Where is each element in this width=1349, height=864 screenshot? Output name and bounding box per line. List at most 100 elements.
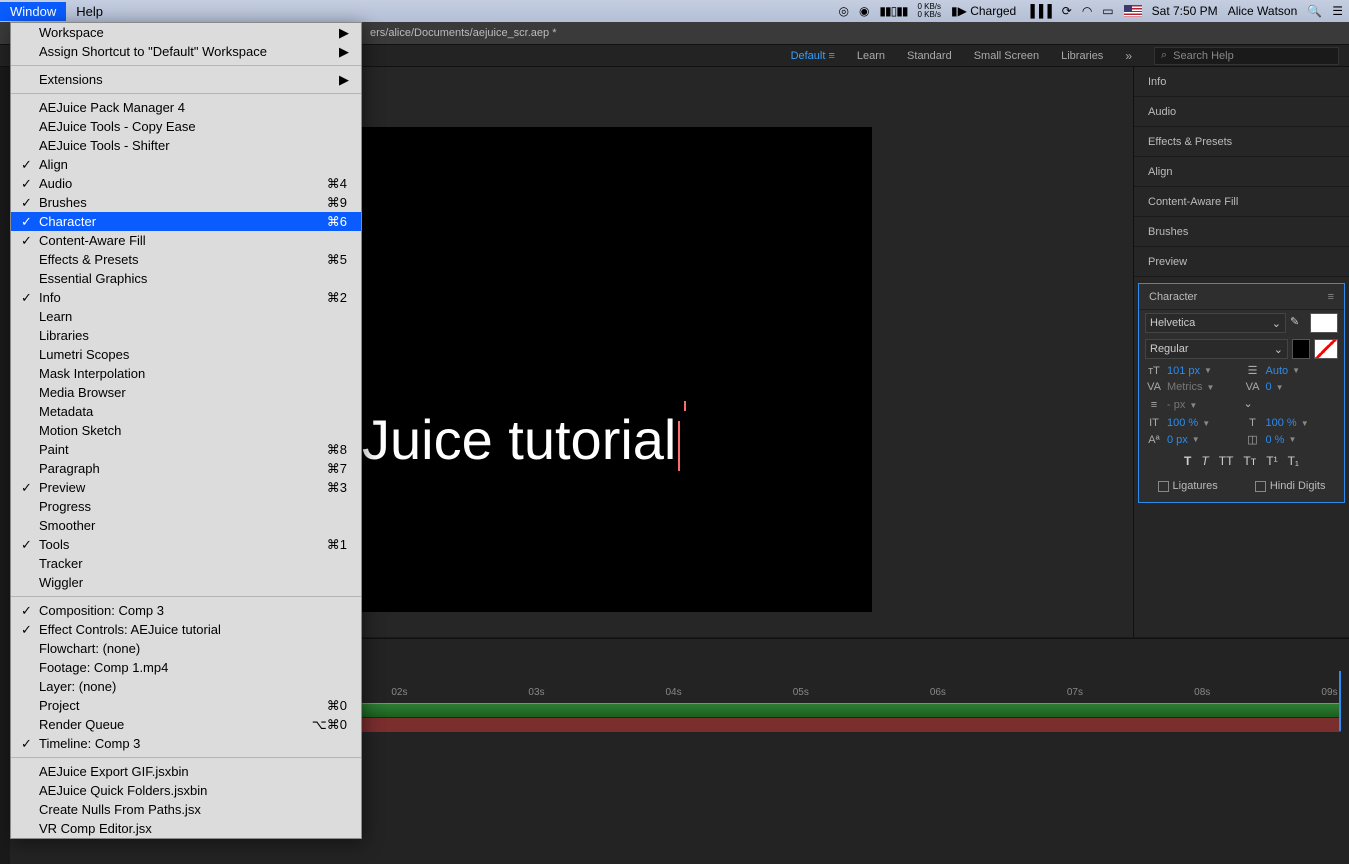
menu-item[interactable]: Metadata [11,402,361,421]
workspace-learn[interactable]: Learn [857,50,885,62]
superscript-button[interactable]: T¹ [1266,454,1277,468]
panel-audio[interactable]: Audio [1134,97,1349,127]
menu-item[interactable]: ✓Info⌘2 [11,288,361,307]
stroke-swatch-none[interactable] [1314,339,1338,359]
leading-value[interactable]: Auto [1266,365,1289,377]
workspace-overflow-icon[interactable]: » [1125,49,1132,63]
tracking-value[interactable]: 0 [1266,381,1272,393]
panel-preview[interactable]: Preview [1134,247,1349,277]
timeline-bar-2[interactable] [362,718,1341,732]
panel-menu-icon[interactable]: ≡ [1328,291,1334,303]
fill-swatch[interactable] [1310,313,1338,333]
hscale-value[interactable]: 100 % [1266,417,1297,429]
panel-align[interactable]: Align [1134,157,1349,187]
list-icon[interactable]: ☰ [1332,4,1343,18]
stroke-type-select[interactable]: ⌄ [1244,397,1253,413]
menu-item[interactable]: AEJuice Tools - Copy Ease [11,117,361,136]
panel-brushes[interactable]: Brushes [1134,217,1349,247]
cc-icon: ◉ [859,4,869,18]
baseline-value[interactable]: 0 px [1167,434,1188,446]
menu-item[interactable]: Libraries [11,326,361,345]
workspace-libraries[interactable]: Libraries [1061,50,1103,62]
menu-item[interactable]: Lumetri Scopes [11,345,361,364]
subscript-button[interactable]: T₁ [1288,454,1299,468]
menu-item[interactable]: AEJuice Tools - Shifter [11,136,361,155]
timeline-bar-1[interactable] [362,703,1341,717]
menu-item[interactable]: Create Nulls From Paths.jsx [11,800,361,819]
document-path: ers/alice/Documents/aejuice_scr.aep * [370,27,556,39]
spotlight-icon[interactable]: 🔍 [1307,4,1322,18]
menu-item[interactable]: AEJuice Pack Manager 4 [11,98,361,117]
stroke-swatch-black[interactable] [1292,339,1310,359]
menu-item[interactable]: AEJuice Quick Folders.jsxbin [11,781,361,800]
menu-item[interactable]: ✓Effect Controls: AEJuice tutorial [11,620,361,639]
menu-item[interactable]: Learn [11,307,361,326]
menu-item[interactable]: Assign Shortcut to "Default" Workspace▶ [11,42,361,61]
font-size-value[interactable]: 101 px [1167,365,1200,377]
flag-icon[interactable] [1124,5,1142,17]
menu-item[interactable]: ✓Brushes⌘9 [11,193,361,212]
text-layer[interactable]: Juice tutorial [362,407,680,472]
user-name[interactable]: Alice Watson [1228,4,1298,18]
menu-item[interactable]: Media Browser [11,383,361,402]
menu-item[interactable]: Extensions▶ [11,70,361,89]
menu-item[interactable]: Paragraph⌘7 [11,459,361,478]
help-search[interactable]: ⌕ Search Help [1154,47,1339,65]
menu-window[interactable]: Window [0,2,66,21]
bold-button[interactable]: T [1184,454,1191,468]
panel-caf[interactable]: Content-Aware Fill [1134,187,1349,217]
timeline-ruler[interactable]: 02s 03s 04s 05s 06s 07s 08s 09s [362,681,1341,705]
menu-item[interactable]: ✓Content-Aware Fill [11,231,361,250]
menu-item[interactable]: Tracker [11,554,361,573]
menu-item[interactable]: ✓Tools⌘1 [11,535,361,554]
menu-item[interactable]: ✓Audio⌘4 [11,174,361,193]
menu-item[interactable]: Effects & Presets⌘5 [11,250,361,269]
menu-item[interactable]: Mask Interpolation [11,364,361,383]
italic-button[interactable]: T [1201,454,1208,468]
composition-viewer[interactable]: Juice tutorial [362,67,1133,637]
font-family-select[interactable]: Helvetica⌄ [1145,313,1286,333]
menu-item[interactable]: VR Comp Editor.jsx [11,819,361,838]
allcaps-button[interactable]: TT [1219,454,1234,468]
menu-item[interactable]: Paint⌘8 [11,440,361,459]
menu-item[interactable]: Flowchart: (none) [11,639,361,658]
menu-item[interactable]: Footage: Comp 1.mp4 [11,658,361,677]
menu-item[interactable]: Workspace▶ [11,23,361,42]
panel-info[interactable]: Info [1134,67,1349,97]
menu-item[interactable]: Smoother [11,516,361,535]
tsume-value[interactable]: 0 % [1266,434,1285,446]
menu-item[interactable]: AEJuice Export GIF.jsxbin [11,762,361,781]
playhead[interactable] [1339,671,1341,731]
composition-canvas[interactable]: Juice tutorial [362,127,872,612]
workspace-smallscreen[interactable]: Small Screen [974,50,1039,62]
stroke-value[interactable]: - px [1167,399,1185,411]
menu-item[interactable]: Render Queue⌥⌘0 [11,715,361,734]
eyedropper-icon[interactable]: ✎ [1290,315,1306,331]
workspace-standard[interactable]: Standard [907,50,952,62]
vscale-value[interactable]: 100 % [1167,417,1198,429]
kerning-icon: VA [1145,381,1163,393]
menu-item[interactable]: ✓Align [11,155,361,174]
menu-item[interactable]: ✓Timeline: Comp 3 [11,734,361,753]
menu-item[interactable]: ✓Character⌘6 [11,212,361,231]
menu-item[interactable]: Motion Sketch [11,421,361,440]
menu-item[interactable]: Wiggler [11,573,361,592]
menu-item[interactable]: Essential Graphics [11,269,361,288]
smallcaps-button[interactable]: Tᴛ [1243,454,1256,468]
menu-item[interactable]: Progress [11,497,361,516]
font-style-select[interactable]: Regular⌄ [1145,339,1288,359]
window-menu-dropdown[interactable]: Workspace▶Assign Shortcut to "Default" W… [10,22,362,839]
battery-icon: ▮▶ Charged [951,4,1016,18]
menu-item[interactable]: Layer: (none) [11,677,361,696]
menu-help[interactable]: Help [66,2,113,21]
workspace-default[interactable]: Default [791,50,835,62]
kerning-value[interactable]: Metrics [1167,381,1202,393]
text-style-row: T T TT Tᴛ T¹ T₁ [1139,448,1344,474]
tick: 05s [793,687,809,698]
ligatures-checkbox[interactable]: Ligatures [1158,480,1218,492]
menu-item[interactable]: ✓Composition: Comp 3 [11,601,361,620]
hindi-checkbox[interactable]: Hindi Digits [1255,480,1326,492]
panel-effects[interactable]: Effects & Presets [1134,127,1349,157]
menu-item[interactable]: ✓Preview⌘3 [11,478,361,497]
menu-item[interactable]: Project⌘0 [11,696,361,715]
